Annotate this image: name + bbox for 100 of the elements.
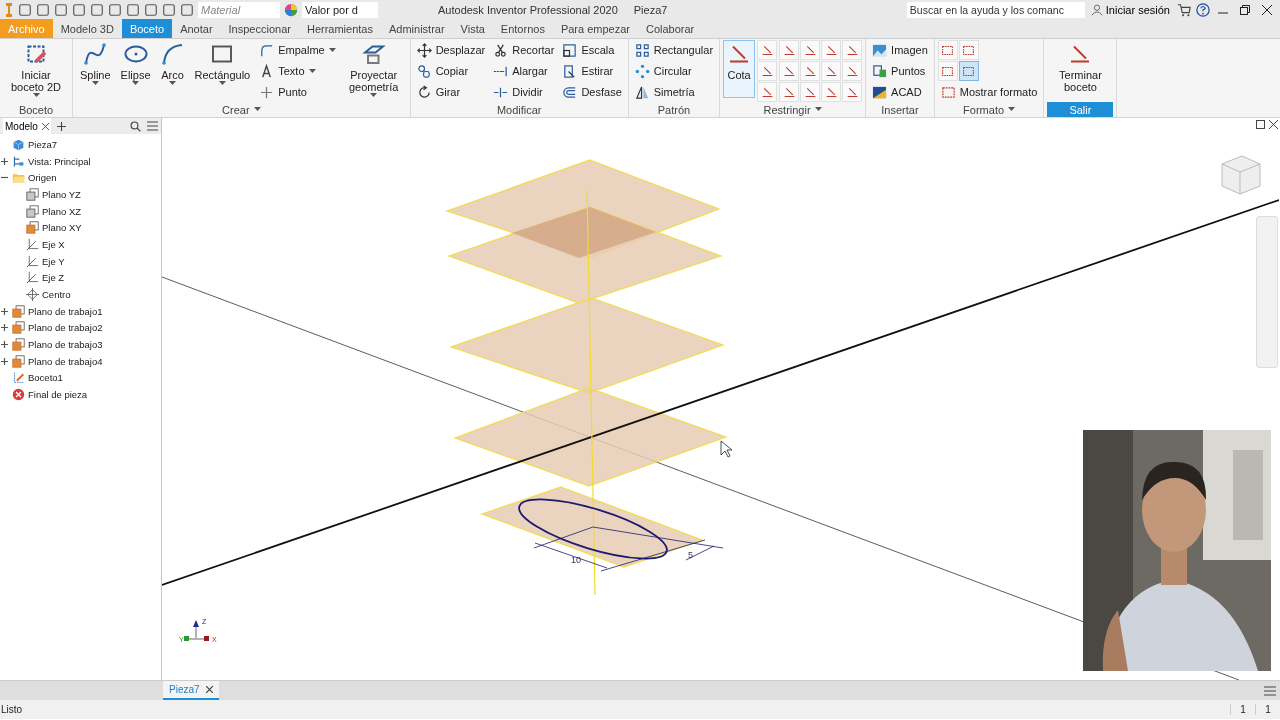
- ribbon-button[interactable]: Alargar: [490, 61, 558, 81]
- expand-icon[interactable]: [0, 156, 9, 166]
- constraint-button[interactable]: [779, 61, 800, 81]
- appearance-field[interactable]: Valor por d: [302, 1, 378, 18]
- tree-item[interactable]: Final de pieza: [28, 389, 88, 401]
- ribbon-tab[interactable]: Administrar: [380, 19, 453, 38]
- ribbon-button[interactable]: Circular: [631, 61, 717, 81]
- ribbon-button[interactable]: Rectangular: [631, 40, 717, 60]
- ribbon-button[interactable]: Iniciar boceto 2D: [3, 40, 69, 100]
- ribbon-button[interactable]: Elipse: [116, 40, 155, 88]
- ribbon-button[interactable]: Escala: [559, 40, 625, 60]
- ribbon-tab[interactable]: Anotar: [172, 19, 221, 38]
- ribbon-tab[interactable]: Modelo 3D: [52, 19, 122, 38]
- constraint-button[interactable]: [800, 82, 821, 102]
- constraint-button[interactable]: [757, 40, 778, 60]
- point-icon: [259, 84, 275, 100]
- tree-item[interactable]: Plano de trabajo2: [28, 322, 103, 334]
- ribbon-button[interactable]: Proyectar geometría: [340, 40, 407, 100]
- ribbon-tab[interactable]: Inspeccionar: [220, 19, 299, 38]
- tree-item[interactable]: Centro: [42, 289, 71, 301]
- tree-item[interactable]: Eje Z: [42, 272, 65, 284]
- trim-icon: [493, 42, 509, 58]
- ribbon-button[interactable]: Simetría: [631, 82, 717, 102]
- tree-item[interactable]: Plano YZ: [42, 188, 81, 200]
- ribbon-button[interactable]: Dividir: [490, 82, 558, 102]
- tree-item[interactable]: Vista: Principal: [28, 155, 91, 167]
- ribbon-button[interactable]: Mostrar formato: [937, 82, 1041, 102]
- close-icon[interactable]: [41, 122, 49, 130]
- constraint-button[interactable]: [800, 40, 821, 60]
- ribbon-button[interactable]: ACAD: [869, 82, 931, 102]
- cursor-icon: [720, 440, 733, 458]
- ribbon-tab[interactable]: Boceto: [121, 19, 173, 38]
- ribbon-button[interactable]: Arco: [156, 40, 189, 88]
- ribbon-button[interactable]: Imagen: [869, 40, 931, 60]
- tree-item[interactable]: Plano de trabajo4: [28, 355, 103, 367]
- constraint-button[interactable]: [842, 61, 863, 81]
- search-icon[interactable]: [130, 120, 141, 132]
- tree-item[interactable]: Pieza7: [28, 138, 58, 150]
- close-icon[interactable]: [205, 686, 213, 693]
- ribbon-button[interactable]: Copiar: [413, 61, 489, 81]
- expand-icon[interactable]: [0, 306, 9, 316]
- ribbon-tab[interactable]: Entornos: [492, 19, 553, 38]
- mirror-icon: [634, 84, 650, 100]
- constraint-button[interactable]: [821, 40, 842, 60]
- tree-item[interactable]: Plano de trabajo3: [28, 339, 103, 351]
- tree-item[interactable]: Eje X: [42, 238, 65, 250]
- constraint-button[interactable]: [842, 82, 863, 102]
- ribbon-button[interactable]: Desfase: [559, 82, 625, 102]
- constraint-button[interactable]: [800, 61, 821, 81]
- maximize-icon[interactable]: [1256, 120, 1265, 129]
- cart-icon[interactable]: [1176, 2, 1192, 17]
- expand-icon[interactable]: [0, 340, 9, 350]
- close-icon[interactable]: [1269, 120, 1278, 129]
- sign-in-button[interactable]: Iniciar sesión: [1088, 3, 1172, 16]
- ribbon-button[interactable]: Terminar boceto: [1047, 40, 1114, 95]
- ribbon-tab[interactable]: Colaborar: [638, 19, 703, 38]
- ribbon-button[interactable]: Puntos: [869, 61, 931, 81]
- ribbon-button[interactable]: Punto: [256, 82, 339, 102]
- close-icon[interactable]: [1262, 4, 1272, 15]
- help-icon[interactable]: [1196, 2, 1210, 17]
- constraint-icon: [782, 43, 796, 57]
- document-tab[interactable]: Pieza7: [163, 681, 219, 700]
- constraint-button[interactable]: [821, 82, 842, 102]
- ribbon-button[interactable]: Spline: [76, 40, 115, 88]
- constraint-button[interactable]: [779, 40, 800, 60]
- search-field[interactable]: Buscar en la ayuda y los comanc: [906, 1, 1085, 18]
- ribbon-button[interactable]: Texto: [256, 61, 339, 81]
- ribbon-tab[interactable]: Para empezar: [552, 19, 638, 38]
- expand-icon[interactable]: [0, 356, 9, 366]
- format-toggle[interactable]: [958, 61, 979, 81]
- image-icon: [872, 42, 888, 58]
- tree-item[interactable]: Plano XZ: [42, 205, 82, 217]
- constraint-button[interactable]: [757, 82, 778, 102]
- ribbon-button[interactable]: Empalme: [256, 40, 339, 60]
- constraint-button[interactable]: [757, 61, 778, 81]
- tree-item[interactable]: Origen: [28, 172, 57, 184]
- color-wheel-icon[interactable]: [284, 2, 298, 17]
- tree-item[interactable]: Plano XY: [42, 222, 82, 234]
- ribbon-tab[interactable]: Herramientas: [298, 19, 381, 38]
- constraint-icon: [782, 85, 796, 99]
- tree-item[interactable]: Boceto1: [28, 372, 63, 384]
- ribbon-button[interactable]: Desplazar: [413, 40, 489, 60]
- ribbon-button[interactable]: Estirar: [559, 61, 625, 81]
- ribbon-tab[interactable]: Vista: [452, 19, 493, 38]
- constraint-button[interactable]: [842, 40, 863, 60]
- constraint-icon: [824, 43, 838, 57]
- expand-icon[interactable]: [0, 323, 9, 333]
- restore-icon[interactable]: [1240, 4, 1250, 15]
- browser-tab[interactable]: Modelo: [3, 118, 51, 134]
- constraint-button[interactable]: [821, 61, 842, 81]
- view-icon: [12, 154, 25, 168]
- add-icon[interactable]: [56, 121, 66, 131]
- material-field[interactable]: Material: [198, 1, 280, 18]
- constraint-button[interactable]: [779, 82, 800, 102]
- tree-item[interactable]: Plano de trabajo1: [28, 305, 103, 317]
- ribbon-button[interactable]: Cota: [723, 40, 756, 98]
- ribbon-button[interactable]: Recortar: [490, 40, 558, 60]
- ribbon-button[interactable]: Girar: [413, 82, 489, 102]
- tree-item[interactable]: Eje Y: [42, 255, 65, 267]
- ribbon-button[interactable]: Rectángulo: [190, 40, 255, 88]
